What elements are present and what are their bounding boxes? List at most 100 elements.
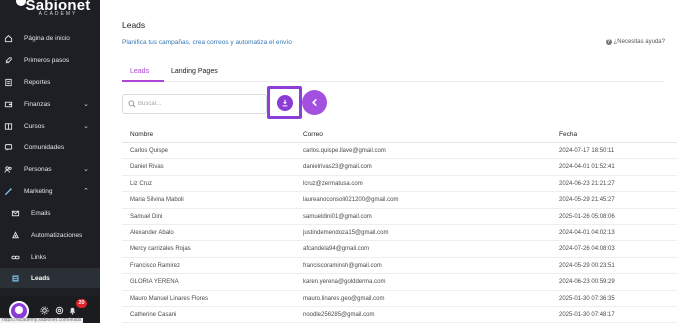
table-row[interactable]: Alexander Abalo justindemendoza15@gmail.c… xyxy=(122,225,677,242)
sidebar-item-label: Página de inicio xyxy=(24,34,70,42)
cell-nombre: GLORIA YERENA xyxy=(130,279,179,286)
wallet-icon xyxy=(4,100,13,109)
people-icon xyxy=(4,165,13,174)
cell-fecha: 2024-06-23 21:21:27 xyxy=(559,180,615,187)
sidebar-item-label: Finanzas xyxy=(24,100,51,108)
column-header-correo[interactable]: Correo xyxy=(303,131,323,138)
cell-fecha: 2024-05-29 21:45:27 xyxy=(559,197,615,204)
support-icon[interactable] xyxy=(55,306,64,315)
table-row[interactable]: Maria Silvina Maboli laureanoconsoli02120… xyxy=(122,192,677,209)
table-row[interactable]: Samuel Dini samueldini01@gmail.com 2025-01… xyxy=(122,209,677,225)
table-row[interactable]: Mauro Manuel Linares Flores mauro.linares… xyxy=(122,291,677,307)
sidebar-item-finanzas[interactable]: Finanzas ⌄ xyxy=(0,94,100,114)
search-input[interactable] xyxy=(138,98,263,110)
chevron-down-icon: ⌄ xyxy=(83,123,89,130)
main-content: Leads Planifica tus campañas, crea corre… xyxy=(100,0,688,323)
cell-correo: justindemendoza15@gmail.com xyxy=(303,229,389,236)
sidebar-item-comunidades[interactable]: Comunidades xyxy=(0,137,100,157)
cell-fecha: 2024-05-29 00:23:51 xyxy=(559,262,615,269)
sidebar-item-personas[interactable]: Personas ⌄ xyxy=(0,159,100,179)
cell-nombre: Alexander Abalo xyxy=(130,229,174,236)
cell-correo: noodle256285@gmail.com xyxy=(303,311,375,318)
sidebar-item-label: Reportes xyxy=(24,78,51,86)
help-icon: ? xyxy=(605,39,612,45)
download-highlight xyxy=(267,86,302,119)
tab-divider xyxy=(164,81,664,82)
cell-nombre: Mercy carrizales Rojas xyxy=(130,246,191,253)
sidebar-item-label: Links xyxy=(31,253,47,261)
tab-landing-pages[interactable]: Landing Pages xyxy=(171,68,218,75)
cell-correo: samueldini01@gmail.com xyxy=(303,213,372,220)
leads-icon xyxy=(11,274,20,283)
mail-icon xyxy=(11,209,20,218)
column-header-fecha[interactable]: Fecha xyxy=(559,131,577,138)
rocket-icon xyxy=(4,56,13,65)
notification-badge: 20 xyxy=(76,299,87,308)
tab-leads[interactable]: Leads xyxy=(130,68,149,75)
table-row[interactable]: Carlos Quispe carlos.quispe.llave@gmail.c… xyxy=(122,143,677,160)
cell-correo: danielrivas23@gmail.com xyxy=(303,164,372,171)
table-row[interactable]: Mercy carrizales Rojas afcandela94@gmail.… xyxy=(122,241,677,258)
cell-nombre: Samuel Dini xyxy=(130,213,163,220)
help-label: ¿Necesitas ayuda? xyxy=(613,39,665,45)
cell-nombre: Carlos Quispe xyxy=(130,148,169,154)
sidebar-item-inicio[interactable]: Página de inicio xyxy=(0,28,100,48)
bell-icon[interactable] xyxy=(68,306,77,315)
cell-nombre: Maria Silvina Maboli xyxy=(130,197,184,204)
table-row[interactable]: Daniel Rivas danielrivas23@gmail.com 2024-… xyxy=(122,159,677,176)
chevron-down-icon: ⌄ xyxy=(83,166,89,173)
table-row[interactable]: GLORIA YERENA karen.yerena@goldderma.com 2… xyxy=(122,274,677,291)
cell-correo: afcandela94@gmail.com xyxy=(303,246,370,253)
sidebar-item-links[interactable]: Links xyxy=(0,247,100,267)
sidebar-item-primeros-pasos[interactable]: Primeros pasos xyxy=(0,50,100,70)
cell-nombre: Mauro Manuel Linares Flores xyxy=(130,295,209,302)
help-link[interactable]: ? ¿Necesitas ayuda? xyxy=(605,39,665,45)
home-icon xyxy=(4,34,13,43)
cell-fecha: 2024-07-26 04:08:03 xyxy=(559,246,615,253)
sidebar-item-label: Leads xyxy=(31,274,50,282)
table-row[interactable]: Catherine Casani noodle256285@gmail.com 20… xyxy=(122,307,677,323)
cell-nombre: Francisco Ramirez xyxy=(130,262,181,269)
link-icon xyxy=(11,253,20,262)
tab-active-indicator xyxy=(122,80,164,82)
table-row[interactable]: Liz Cruz lcruz@zermatusa.com 2024-06-23 21… xyxy=(122,176,677,193)
sidebar-item-leads[interactable]: Leads xyxy=(0,268,100,288)
cell-nombre: Liz Cruz xyxy=(130,180,153,187)
leads-table: Nombre Correo Fecha Carlos Quispe carlos.… xyxy=(122,125,677,323)
sidebar-item-emails[interactable]: Emails xyxy=(0,203,100,223)
sidebar-item-label: Comunidades xyxy=(24,143,65,151)
cell-correo: mauro.linares.geo@gmail.com xyxy=(303,295,385,302)
cell-fecha: 2024-06-23 00:59:29 xyxy=(559,279,615,286)
cell-correo: karen.yerena@goldderma.com xyxy=(303,279,386,286)
magic-wand-icon xyxy=(4,187,13,196)
cell-fecha: 2025-01-30 07:48:17 xyxy=(559,311,615,318)
sidebar-item-reportes[interactable]: Reportes xyxy=(0,72,100,92)
cell-fecha: 2024-04-01 01:52:41 xyxy=(559,164,615,171)
search-icon xyxy=(128,100,136,108)
sidebar-item-label: Personas xyxy=(24,165,52,173)
sidebar-item-label: Emails xyxy=(31,209,51,217)
sidebar-item-label: Marketing xyxy=(24,187,53,195)
sidebar-item-cursos[interactable]: Cursos ⌄ xyxy=(0,116,100,136)
sidebar-item-automatizaciones[interactable]: Automatizaciones xyxy=(0,225,100,245)
chevron-left-icon xyxy=(312,98,317,107)
download-button[interactable] xyxy=(277,95,293,111)
cell-fecha: 2024-04-01 04:02:13 xyxy=(559,229,615,236)
cell-correo: laureanoconsoli021200@gmail.com xyxy=(303,197,399,204)
cell-fecha: 2025-01-26 05:08:06 xyxy=(559,213,615,220)
page-title: Leads xyxy=(122,20,146,30)
chat-icon xyxy=(4,143,13,152)
chevron-up-icon: ⌃ xyxy=(83,188,89,195)
page-subtitle: Planifica tus campañas, crea correos y a… xyxy=(122,39,292,46)
table-body: Carlos Quispe carlos.quispe.llave@gmail.c… xyxy=(122,143,677,323)
column-header-nombre[interactable]: Nombre xyxy=(130,131,153,138)
status-url: https://academy.sabionet.com/leads xyxy=(0,317,84,323)
settings-icon[interactable] xyxy=(40,306,49,315)
sidebar-item-label: Automatizaciones xyxy=(31,231,83,239)
sidebar-item-marketing[interactable]: Marketing ⌃ xyxy=(0,181,100,201)
cell-nombre: Catherine Casani xyxy=(130,311,177,318)
cell-correo: carlos.quispe.llave@gmail.com xyxy=(303,148,386,154)
table-row[interactable]: Francisco Ramirez franciscoraminsh@gmail.… xyxy=(122,258,677,275)
collapse-button[interactable] xyxy=(302,90,327,115)
brand-logo[interactable]: Sabionet ACADEMY xyxy=(0,0,100,22)
